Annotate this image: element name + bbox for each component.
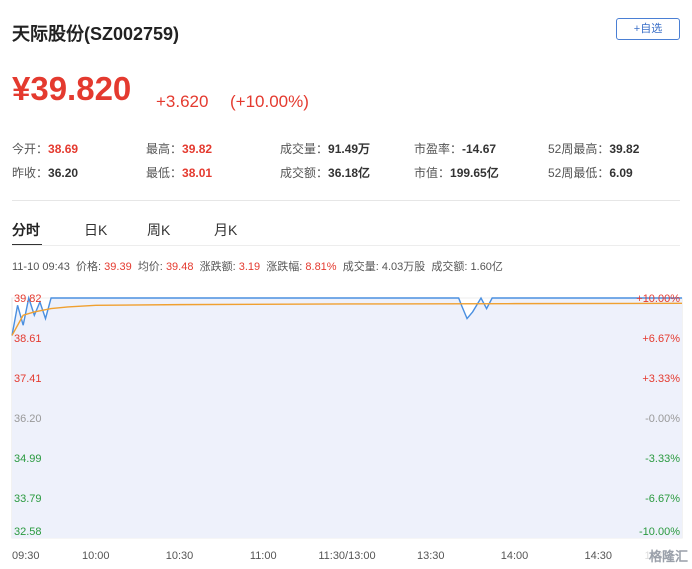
y-left-tick-label: 36.20 [14,413,42,425]
quote-value: 39.82 [182,142,213,156]
info-pct: 8.81% [305,261,337,273]
quote-value: 6.09 [609,166,633,180]
quote-cell: 最高：39.82 [146,140,212,157]
tabs-divider [12,245,680,246]
x-tick-label: 11:30/13:00 [318,550,375,562]
quote-cell: 成交量：91.49万 [280,140,370,157]
quote-value: 39.82 [609,142,640,156]
divider [12,200,680,201]
stock-name: 天际股份(SZ002759) [12,24,180,44]
x-tick-label: 14:30 [584,550,612,562]
info-pct-label: 涨跌幅: [266,261,303,273]
tab-weekly-k[interactable]: 周K [147,220,170,240]
y-left-tick-label: 32.58 [14,526,42,538]
y-right-tick-label: +6.67% [642,333,680,345]
quote-label: 52周最低： [548,166,610,180]
quote-label: 市值： [414,166,451,180]
quote-label: 52周最高： [548,142,610,156]
quote-cell: 52周最高：39.82 [548,140,639,157]
quote-value: 38.01 [182,166,213,180]
info-chg: 3.19 [238,261,261,273]
x-tick-label: 13:30 [417,550,445,562]
info-avg-label: 均价: [137,261,163,273]
y-right-tick-label: -6.67% [645,493,680,505]
quote-label: 成交额： [280,166,329,180]
price-area-fill [12,298,682,538]
x-tick-label: 14:00 [501,550,529,562]
quote-label: 今开： [12,142,49,156]
y-left-tick-label: 37.41 [14,373,42,385]
quote-label: 最高： [146,142,183,156]
quote-row: 今开：38.69 最高：39.82 成交量：91.49万 市盈率：-14.67 52周最… [12,140,682,164]
y-left-tick-label: 38.61 [14,333,42,345]
y-right-tick-label: -3.33% [645,453,680,465]
tab-monthly-k[interactable]: 月K [214,220,237,240]
crosshair-info: 11-10 09:43 价格: 39.39 均价: 39.48 涨跌额: 3.1… [12,258,503,274]
quote-cell: 52周最低：6.09 [548,164,633,181]
y-left-tick-label: 33.79 [14,493,42,505]
info-amt: 1.60亿 [470,261,503,273]
y-right-tick-label: -10.00% [639,526,680,538]
y-left-tick-label: 34.99 [14,453,42,465]
price-change: +3.620 [156,92,209,111]
y-left-tick-label: 39.82 [14,293,42,305]
quote-value: 36.20 [48,166,79,180]
info-time: 11-10 09:43 [12,261,70,273]
quote-cell: 市盈率：-14.67 [414,140,496,157]
quote-cell: 最低：38.01 [146,164,212,181]
y-right-tick-label: +10.00% [636,293,680,305]
info-price: 39.39 [104,261,132,273]
quote-cell: 成交额：36.18亿 [280,164,370,181]
quote-label: 市盈率： [414,142,463,156]
x-tick-label: 10:00 [82,550,110,562]
quote-cell: 昨收：36.20 [12,164,78,181]
quote-value: 38.69 [48,142,79,156]
stock-header: 天际股份(SZ002759) +自选 [12,18,680,48]
tab-intraday[interactable]: 分时 [12,220,40,240]
info-price-label: 价格: [76,261,102,273]
corner-logo: 格隆汇 [649,549,688,565]
quote-label: 成交量： [280,142,329,156]
info-vol-label: 成交量: [342,261,379,273]
quote-value: 91.49万 [328,142,371,156]
y-right-tick-label: -0.00% [645,413,680,425]
quote-cell: 今开：38.69 [12,140,78,157]
info-amt-label: 成交额: [431,261,468,273]
info-vol: 4.03万股 [381,261,426,273]
quote-grid: 今开：38.69 最高：39.82 成交量：91.49万 市盈率：-14.67 52周最… [12,140,682,188]
quote-value: 199.65亿 [450,166,499,180]
quote-label: 最低： [146,166,183,180]
current-price: ¥39.820 [12,70,132,107]
x-tick-label: 10:30 [166,550,194,562]
quote-value: -14.67 [462,142,497,156]
y-right-tick-label: +3.33% [642,373,680,385]
quote-cell: 市值：199.65亿 [414,164,499,181]
intraday-chart[interactable]: 格隆汇 39.82 38.61 37.41 36.20 34.99 33.79 32.58 +1… [0,288,692,569]
x-tick-label: 09:30 [12,550,40,562]
add-watchlist-button[interactable]: +自选 [616,18,680,40]
quote-label: 昨收： [12,166,49,180]
quote-row: 昨收：36.20 最低：38.01 成交额：36.18亿 市值：199.65亿 52周最… [12,164,682,188]
x-tick-label: 11:00 [250,550,277,562]
tab-daily-k[interactable]: 日K [84,220,107,240]
quote-value: 36.18亿 [328,166,371,180]
info-chg-label: 涨跌额: [199,261,236,273]
price-change-percent: (+10.00%) [230,92,309,111]
info-avg: 39.48 [165,261,194,273]
